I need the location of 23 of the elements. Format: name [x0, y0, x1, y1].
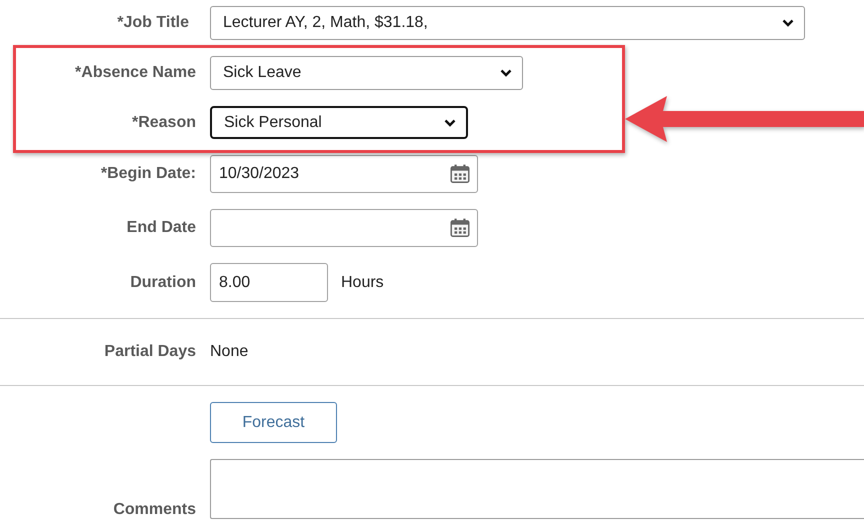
dropdown-field[interactable]: Lecturer AY, 2, Math, $31.18, [210, 6, 805, 40]
dropdown-field[interactable]: Sick Leave [210, 56, 523, 90]
field-label: *Reason [132, 114, 196, 132]
chevron-down-icon [782, 19, 794, 27]
unit-label: Hours [341, 274, 384, 292]
field-label: Partial Days [104, 343, 196, 361]
field-label: *Job Title [117, 14, 189, 32]
field-value: None [210, 343, 248, 361]
duration-field[interactable]: 8.00 [210, 263, 328, 302]
calendar-icon[interactable] [449, 163, 471, 185]
dropdown-field[interactable]: Sick Personal [210, 106, 468, 139]
field-label: Comments [113, 501, 196, 519]
chevron-down-icon [444, 118, 456, 126]
field-label: *Begin Date: [100, 165, 196, 183]
chevron-down-icon [500, 69, 512, 77]
calendar-icon[interactable] [449, 217, 471, 239]
field-label: End Date [126, 219, 196, 237]
forecast-button[interactable]: Forecast [210, 402, 337, 443]
date-field[interactable]: 10/30/2023 [210, 155, 478, 193]
date-field[interactable] [210, 209, 478, 247]
comments-field[interactable] [210, 459, 864, 519]
field-label: *Absence Name [75, 64, 196, 82]
field-label: Duration [130, 274, 196, 292]
